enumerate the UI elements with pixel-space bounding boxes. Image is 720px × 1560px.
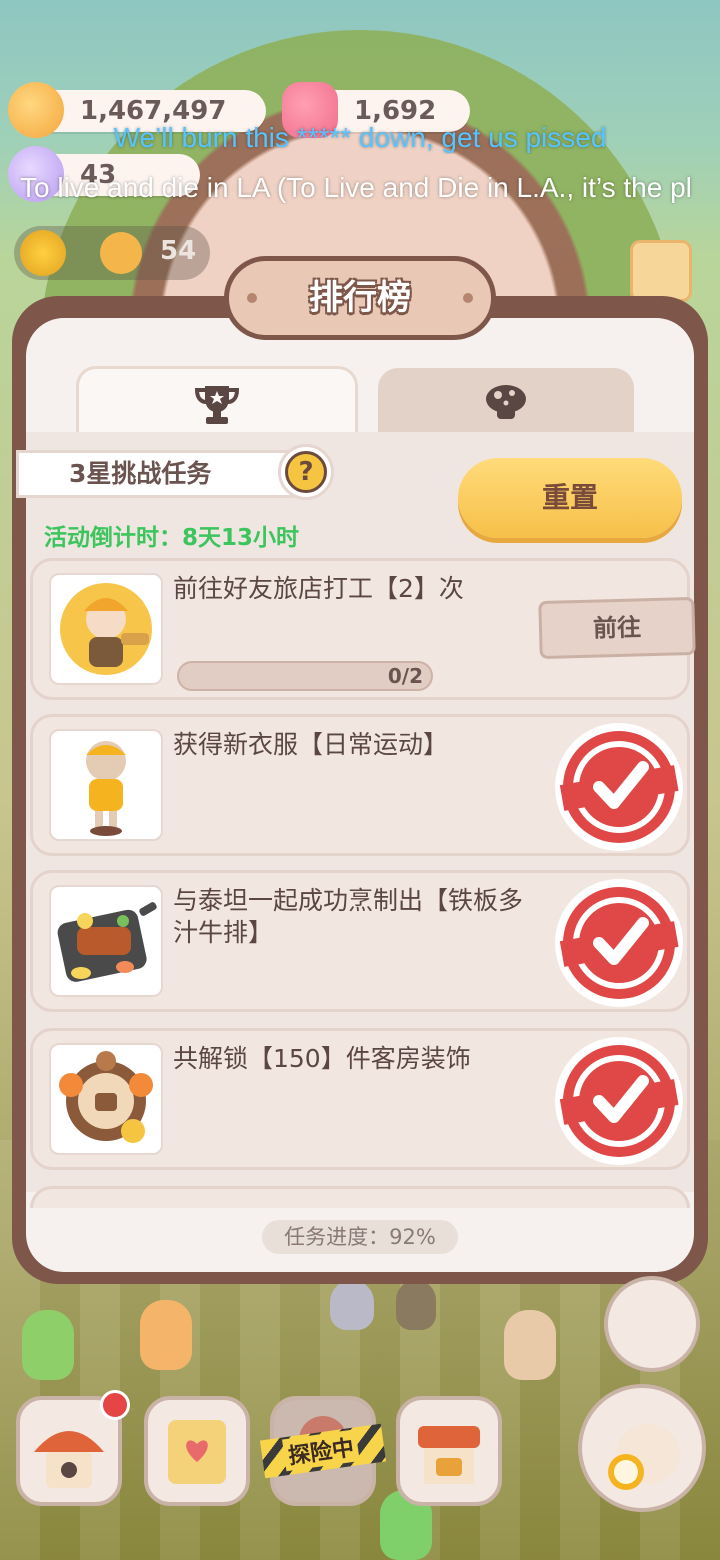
worker-character-thumbnail — [49, 573, 163, 685]
mushroom-icon — [486, 385, 526, 419]
task-card — [30, 1186, 690, 1208]
notebook-button[interactable] — [144, 1396, 250, 1506]
level-indicator[interactable]: 54 — [14, 226, 210, 280]
go-button[interactable]: 前往 — [538, 596, 696, 660]
task-title: 获得新衣服【日常运动】 — [173, 730, 449, 759]
event-countdown: 活动倒计时：8天13小时 — [44, 525, 300, 551]
shop-icon — [418, 1426, 480, 1484]
notification-badge — [100, 1390, 130, 1420]
question-icon: ? — [285, 451, 327, 493]
task-title: 前往好友旅店打工【2】次 — [173, 574, 464, 603]
trophy-icon — [194, 386, 240, 424]
reset-button[interactable]: 重置 — [458, 458, 682, 538]
character-face-icon — [100, 232, 142, 274]
npc-character[interactable] — [22, 1310, 74, 1380]
npc-character[interactable] — [396, 1280, 436, 1330]
task-card: 前往好友旅店打工【2】次 0/2 前往 — [30, 558, 696, 700]
level-count: 54 — [160, 236, 197, 266]
sun-icon — [20, 230, 66, 276]
task-title: 与泰坦一起成功烹制出【铁板多汁牛排】 — [173, 886, 524, 947]
panel-title: 排行榜 — [224, 256, 496, 340]
panel-title-text: 排行榜 — [309, 278, 411, 318]
task-progress-summary: 任务进度：92% — [262, 1220, 458, 1254]
mascot-speech-bubble-button[interactable] — [604, 1276, 700, 1372]
lyric-line-2: To live and die in LA (To Live and Die i… — [20, 172, 692, 203]
task-card: 与泰坦一起成功烹制出【铁板多汁牛排】 — [30, 870, 690, 1012]
completed-stamp-icon — [559, 727, 679, 847]
npc-character[interactable] — [140, 1300, 192, 1370]
exploring-label: 探险中 — [282, 1429, 360, 1472]
mascot-clock-button[interactable] — [578, 1384, 706, 1512]
completed-stamp-icon — [559, 1041, 679, 1161]
completed-stamp-icon — [559, 883, 679, 1003]
npc-character[interactable] — [330, 1280, 374, 1330]
help-button[interactable]: ? — [278, 444, 334, 500]
shop-button[interactable] — [396, 1396, 502, 1506]
title-rivet — [463, 293, 473, 303]
title-rivet — [247, 293, 257, 303]
tab-trophy[interactable] — [76, 366, 358, 439]
task-card: 获得新衣服【日常运动】 — [30, 714, 690, 856]
task-card: 共解锁【150】件客房装饰 — [30, 1028, 690, 1170]
npc-character[interactable] — [504, 1310, 556, 1380]
notebook-icon — [168, 1420, 226, 1484]
task-title: 共解锁【150】件客房装饰 — [173, 1044, 471, 1073]
challenge-subtitle: 3星挑战任务 — [16, 450, 316, 498]
lyric-line-1: We’ll burn this ***** down, get us pisse… — [113, 122, 607, 153]
sizzling-steak-thumbnail — [49, 885, 163, 997]
room-decoration-thumbnail — [49, 1043, 163, 1155]
sport-outfit-thumbnail — [49, 729, 163, 841]
alarm-clock-icon — [608, 1424, 680, 1490]
side-event-icon[interactable] — [630, 240, 692, 302]
task-progress-bar: 0/2 — [177, 661, 433, 691]
tab-mushroom[interactable] — [378, 368, 634, 434]
